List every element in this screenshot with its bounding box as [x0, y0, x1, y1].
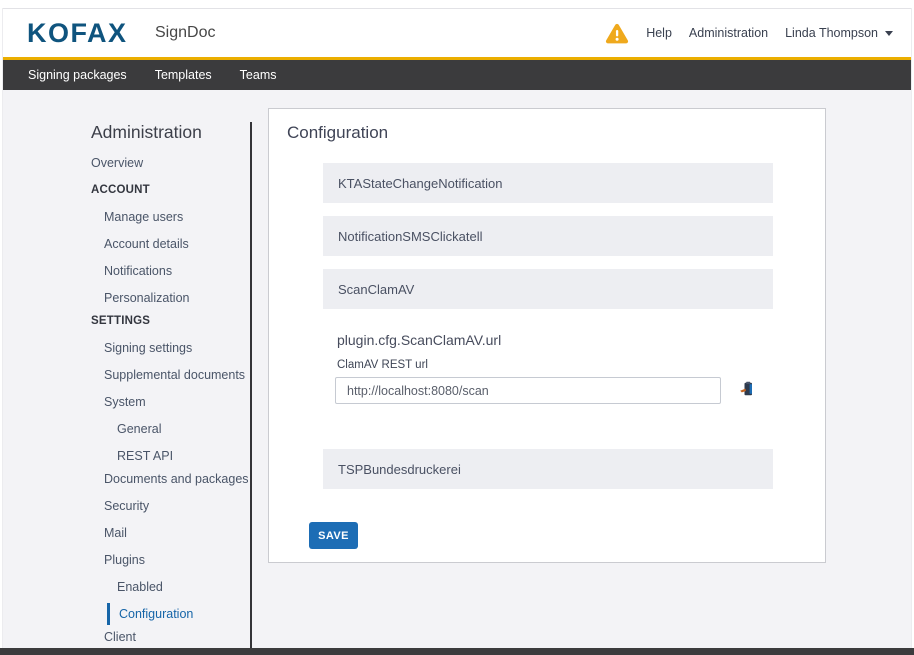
- accordion-label: NotificationSMSClickatell: [338, 229, 483, 244]
- page-title: Configuration: [287, 123, 388, 143]
- sidebar-item-plugins[interactable]: Plugins: [104, 551, 145, 569]
- app-window: KOFAX SignDoc Help Administration Linda …: [0, 0, 914, 655]
- sidebar-item-mail[interactable]: Mail: [104, 524, 127, 542]
- app-header: KOFAX SignDoc Help Administration Linda …: [3, 9, 911, 57]
- accordion-label: ScanClamAV: [338, 282, 414, 297]
- sidebar-item-system[interactable]: System: [104, 393, 146, 411]
- chevron-down-icon: [885, 31, 893, 36]
- primary-nav: Signing packages Templates Teams: [3, 60, 911, 90]
- warning-triangle-icon[interactable]: [605, 23, 629, 44]
- clamav-rest-url-input[interactable]: [335, 377, 721, 404]
- sidebar-item-rest-api[interactable]: REST API: [117, 447, 173, 465]
- sidebar-item-account-details[interactable]: Account details: [104, 235, 189, 253]
- bottom-bar: [0, 648, 914, 655]
- save-button[interactable]: SAVE: [309, 522, 358, 549]
- nav-teams[interactable]: Teams: [240, 60, 277, 90]
- sidebar-item-documents-and-packages[interactable]: Documents and packages: [104, 470, 249, 488]
- help-link[interactable]: Help: [646, 26, 672, 40]
- user-menu[interactable]: Linda Thompson: [785, 26, 893, 40]
- reset-default-icon[interactable]: [739, 381, 755, 397]
- sidebar-section-settings: SETTINGS: [91, 312, 150, 330]
- sidebar-title: Administration: [91, 122, 202, 143]
- configuration-panel: Configuration KTAStateChangeNotification…: [268, 108, 826, 563]
- sidebar-item-personalization[interactable]: Personalization: [104, 289, 189, 307]
- accordion-ktastatechangenotification[interactable]: KTAStateChangeNotification: [323, 163, 773, 203]
- sidebar-section-account: ACCOUNT: [91, 181, 150, 199]
- accordion-notificationsmsclickatell[interactable]: NotificationSMSClickatell: [323, 216, 773, 256]
- accordion-tspbundesdruckerei[interactable]: TSPBundesdruckerei: [323, 449, 773, 489]
- nav-signing-packages[interactable]: Signing packages: [28, 60, 127, 90]
- accordion-label: KTAStateChangeNotification: [338, 176, 503, 191]
- sidebar-item-enabled[interactable]: Enabled: [117, 578, 163, 596]
- sidebar-item-client[interactable]: Client: [104, 628, 136, 646]
- accordion-scanclamav[interactable]: ScanClamAV: [323, 269, 773, 309]
- header-actions: Help Administration Linda Thompson: [605, 9, 911, 57]
- nav-templates[interactable]: Templates: [155, 60, 212, 90]
- product-name: SignDoc: [155, 9, 215, 57]
- kofax-logo: KOFAX: [27, 9, 128, 57]
- window-frame-line: [911, 8, 912, 648]
- sidebar-divider: [250, 122, 252, 648]
- sidebar-item-signing-settings[interactable]: Signing settings: [104, 339, 192, 357]
- sidebar-item-notifications[interactable]: Notifications: [104, 262, 172, 280]
- administration-link[interactable]: Administration: [689, 26, 768, 40]
- accordion-label: TSPBundesdruckerei: [338, 462, 461, 477]
- user-name: Linda Thompson: [785, 26, 878, 40]
- clamav-rest-url-label: ClamAV REST url: [337, 359, 428, 371]
- sidebar-item-manage-users[interactable]: Manage users: [104, 208, 183, 226]
- content-area: Administration Overview ACCOUNT Manage u…: [3, 90, 911, 648]
- sidebar-item-overview[interactable]: Overview: [91, 154, 143, 172]
- plugin-setting-heading: plugin.cfg.ScanClamAV.url: [337, 332, 501, 348]
- sidebar-item-security[interactable]: Security: [104, 497, 149, 515]
- sidebar-item-supplemental-documents[interactable]: Supplemental documents: [104, 366, 245, 384]
- sidebar-item-general[interactable]: General: [117, 420, 161, 438]
- sidebar-item-configuration-active[interactable]: Configuration: [107, 603, 193, 625]
